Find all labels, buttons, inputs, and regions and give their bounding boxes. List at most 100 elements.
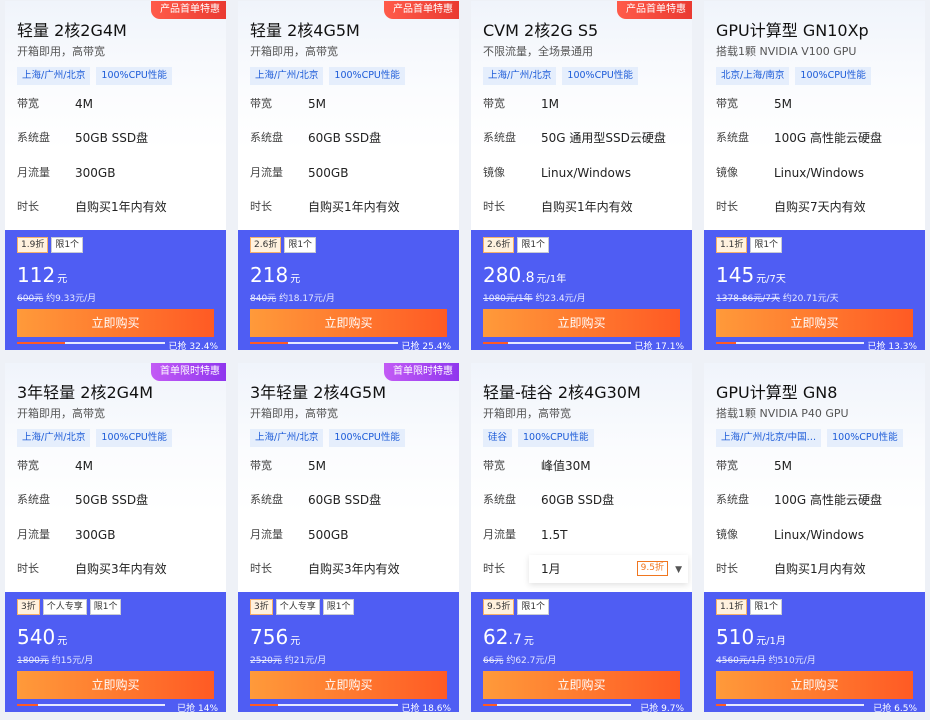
region-tags: 上海/广州/北京 100%CPU性能	[250, 429, 405, 447]
spec-value: 60GB SSD盘	[541, 493, 615, 507]
limit-badge: 限1个	[750, 237, 783, 253]
spec-label: 镜像	[483, 166, 505, 179]
spec-row: 镜像 Linux/Windows	[483, 163, 683, 183]
spec-row: 月流量 300GB	[17, 525, 217, 545]
buy-now-button[interactable]: 立即购买	[483, 309, 680, 337]
original-price-value: 1800元	[17, 656, 49, 666]
price-unit: 元/1月	[756, 636, 786, 647]
buy-now-button[interactable]: 立即购买	[250, 671, 447, 699]
buy-now-button[interactable]: 立即购买	[250, 309, 447, 337]
spec-value: Linux/Windows	[774, 166, 864, 180]
sold-percentage: 已抢 32.4%	[168, 342, 218, 350]
spec-value: 峰值30M	[541, 459, 591, 473]
region-tag: 100%CPU性能	[795, 67, 871, 85]
spec-label: 带宽	[716, 97, 738, 110]
offer-badges: 9.5折 限1个	[483, 599, 550, 615]
spec-row: 时长 自购买1年内有效	[17, 197, 217, 217]
duration-select[interactable]: 1月 9.5折 ▼	[529, 555, 688, 583]
promo-ribbon: 首单限时特惠	[384, 363, 459, 381]
product-subtitle: 开箱即用，高带宽	[17, 407, 105, 420]
product-title: 3年轻量 2核2G4M	[17, 383, 154, 402]
spec-value: 5M	[308, 459, 326, 473]
spec-label: 系统盘	[716, 493, 749, 506]
buy-now-button[interactable]: 立即购买	[716, 309, 913, 337]
product-title: 轻量 2核2G4M	[17, 21, 127, 40]
spec-label: 带宽	[250, 97, 272, 110]
region-tags: 上海/广州/北京 100%CPU性能	[17, 429, 172, 447]
original-price-value: 66元	[483, 656, 504, 666]
product-subtitle: 开箱即用，高带宽	[17, 45, 105, 58]
price-number: 112	[17, 263, 56, 287]
sold-progress-fill	[250, 704, 278, 706]
spec-value: 5M	[774, 459, 792, 473]
buy-now-button[interactable]: 立即购买	[716, 671, 913, 699]
original-price-value: 4560元/1月	[716, 656, 766, 666]
price-number: 540	[17, 625, 56, 649]
price-panel: 1.1折 限1个 145 元/7天 1378.86元/7天 约20.71元/天 立即购买已…	[704, 230, 925, 350]
product-card: 首单限时特惠 3年轻量 2核4G5M 开箱即用，高带宽 上海/广州/北京 100%CPU…	[238, 363, 459, 712]
spec-label: 时长	[716, 562, 738, 575]
discount-badge: 9.5折	[483, 599, 515, 615]
spec-row: 带宽 5M	[250, 456, 450, 476]
spec-value: 1M	[541, 97, 559, 111]
price-unit: 元/1年	[536, 274, 567, 285]
spec-value: 自购买7天内有效	[774, 200, 866, 214]
spec-row: 系统盘 50G 通用型SSD云硬盘	[483, 128, 683, 148]
sold-progress-fill	[716, 704, 726, 706]
price-number: 280	[483, 263, 522, 287]
spec-value: 100G 高性能云硬盘	[774, 493, 883, 507]
spec-value: 50GB SSD盘	[75, 131, 149, 145]
offer-badges: 2.6折 限1个	[250, 237, 317, 253]
price-decimal: .7	[508, 632, 522, 648]
current-price: 510 元/1月	[716, 625, 786, 649]
monthly-equivalent: 约23.4元/月	[535, 294, 586, 304]
card-header-area: 轻量-硅谷 2核4G30M 开箱即用，高带宽 硅谷 100%CPU性能 带宽 峰值30M 系…	[471, 363, 692, 592]
spec-row: 系统盘 100G 高性能云硬盘	[716, 128, 916, 148]
price-panel: 9.5折 限1个 62.7 元 66元 约62.7元/月 立即购买 已抢 9.7%	[471, 592, 692, 712]
discount-badge: 2.6折	[483, 237, 515, 253]
product-title: GPU计算型 GN8	[716, 383, 838, 402]
price-panel: 3折 个人专享 限1个 756 元 2520元 约21元/月 立即购买 已抢 18.6%	[238, 592, 459, 712]
spec-row: 时长 自购买1月内有效	[716, 559, 916, 579]
monthly-equivalent: 约510元/月	[768, 656, 816, 666]
monthly-equivalent: 约21元/月	[284, 656, 327, 666]
offer-badges: 1.1折 限1个	[716, 599, 783, 615]
buy-now-button[interactable]: 立即购买	[17, 309, 214, 337]
original-price-value: 600元	[17, 294, 44, 304]
sold-progress-bar	[17, 704, 165, 706]
spec-row: 带宽 4M	[17, 456, 217, 476]
region-tag: 上海/广州/北京	[17, 67, 91, 85]
spec-label: 镜像	[716, 528, 738, 541]
spec-value: 60GB SSD盘	[308, 131, 382, 145]
product-title: 轻量 2核4G5M	[250, 21, 360, 40]
spec-row: 带宽 4M	[17, 94, 217, 114]
buy-now-button[interactable]: 立即购买	[483, 671, 680, 699]
spec-row: 月流量 500GB	[250, 525, 450, 545]
buy-now-button[interactable]: 立即购买	[17, 671, 214, 699]
product-card-grid: 产品首单特惠 轻量 2核2G4M 开箱即用，高带宽 上海/广州/北京 100%CPU性能…	[0, 0, 930, 720]
spec-label: 时长	[250, 200, 272, 213]
product-card: 轻量-硅谷 2核4G30M 开箱即用，高带宽 硅谷 100%CPU性能 带宽 峰值30M 系…	[471, 363, 692, 712]
spec-label: 系统盘	[716, 131, 749, 144]
original-price: 4560元/1月 约510元/月	[716, 653, 816, 666]
discount-badge: 1.1折	[716, 237, 748, 253]
sold-progress-bar	[17, 342, 165, 344]
current-price: 218 元	[250, 263, 300, 287]
original-price: 1080元/1年 约23.4元/月	[483, 291, 586, 304]
promo-ribbon: 首单限时特惠	[151, 363, 226, 381]
region-tag: 100%CPU性能	[329, 67, 405, 85]
spec-label: 带宽	[250, 459, 272, 472]
card-header-area: 首单限时特惠 3年轻量 2核2G4M 开箱即用，高带宽上海/广州/北京 100%CPU…	[5, 363, 226, 592]
region-tags: 上海/广州/北京 100%CPU性能	[250, 67, 405, 85]
spec-label: 时长	[483, 562, 505, 575]
spec-label: 系统盘	[17, 131, 50, 144]
discount-badge: 3折	[250, 599, 273, 615]
offer-badges: 2.6折 限1个	[483, 237, 550, 253]
spec-value: 50G 通用型SSD云硬盘	[541, 131, 666, 145]
product-title: 轻量-硅谷 2核4G30M	[483, 383, 641, 402]
sold-percentage: 已抢 14%	[177, 704, 218, 712]
product-subtitle: 搭载1颗 NVIDIA V100 GPU	[716, 45, 857, 58]
region-tag: 100%CPU性能	[518, 429, 594, 447]
sold-progress-fill	[483, 704, 498, 706]
sold-progress-bar	[716, 704, 864, 706]
